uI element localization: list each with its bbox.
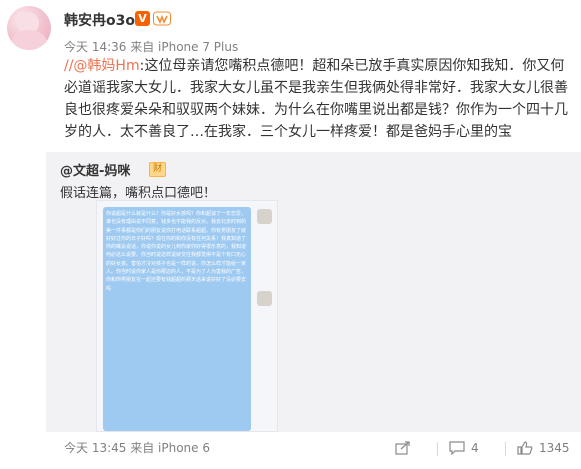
member-level-icon bbox=[153, 11, 171, 26]
author-avatar[interactable] bbox=[7, 6, 51, 50]
author-name[interactable]: 韩安冉o3o bbox=[64, 10, 135, 30]
chat-avatar bbox=[257, 291, 272, 306]
post-meta: 今天 14:36 来自 iPhone 7 Plus bbox=[64, 40, 239, 54]
post-text-container: //@韩妈Hm:这位母亲请您嘴积点德吧！超和朵已放手真实原因你知我知．你又何必道… bbox=[64, 55, 574, 143]
repost-text: 假话连篇，嘴积点口德吧！ bbox=[60, 186, 217, 201]
divider bbox=[437, 442, 438, 456]
mention-link[interactable]: //@韩妈Hm bbox=[64, 58, 140, 74]
comment-count: 4 bbox=[471, 441, 479, 455]
like-count: 1345 bbox=[539, 441, 570, 455]
thumbs-up-icon bbox=[517, 441, 533, 455]
reposted-weibo[interactable]: @文超-妈咪 财 假话连篇，嘴积点口德吧！ 你说超是什么就是什么？你是好女孩吗？… bbox=[46, 152, 581, 432]
chat-bubble: 你说超是什么就是什么？你是好女孩吗？你和超谈了一年恋爱，谁也没有理由说不同意，钱… bbox=[103, 207, 251, 431]
share-button[interactable] bbox=[395, 435, 435, 461]
vip-badge-icon: V bbox=[135, 11, 150, 26]
chat-avatar bbox=[257, 209, 272, 224]
post-text: :这位母亲请您嘴积点德吧！超和朵已放手真实原因你知我知．你又何必道谣我家大女儿．… bbox=[64, 58, 568, 140]
post-footer: 今天 13:45 来自 iPhone 6 4 1345 bbox=[0, 432, 581, 469]
footer-meta: 今天 13:45 来自 iPhone 6 bbox=[64, 441, 210, 455]
wealth-badge-icon: 财 bbox=[149, 162, 166, 177]
like-button[interactable]: 1345 bbox=[517, 435, 577, 461]
comment-icon bbox=[449, 441, 465, 455]
chat-screenshot-image[interactable]: 你说超是什么就是什么？你是好女孩吗？你和超谈了一年恋爱，谁也没有理由说不同意，钱… bbox=[96, 200, 278, 432]
post-header: 韩安冉o3o V 今天 14:36 来自 iPhone 7 Plus bbox=[0, 0, 581, 56]
comment-button[interactable]: 4 bbox=[449, 435, 499, 461]
repost-author-link[interactable]: @文超-妈咪 bbox=[60, 160, 130, 179]
share-icon bbox=[395, 441, 410, 455]
divider bbox=[505, 442, 506, 456]
